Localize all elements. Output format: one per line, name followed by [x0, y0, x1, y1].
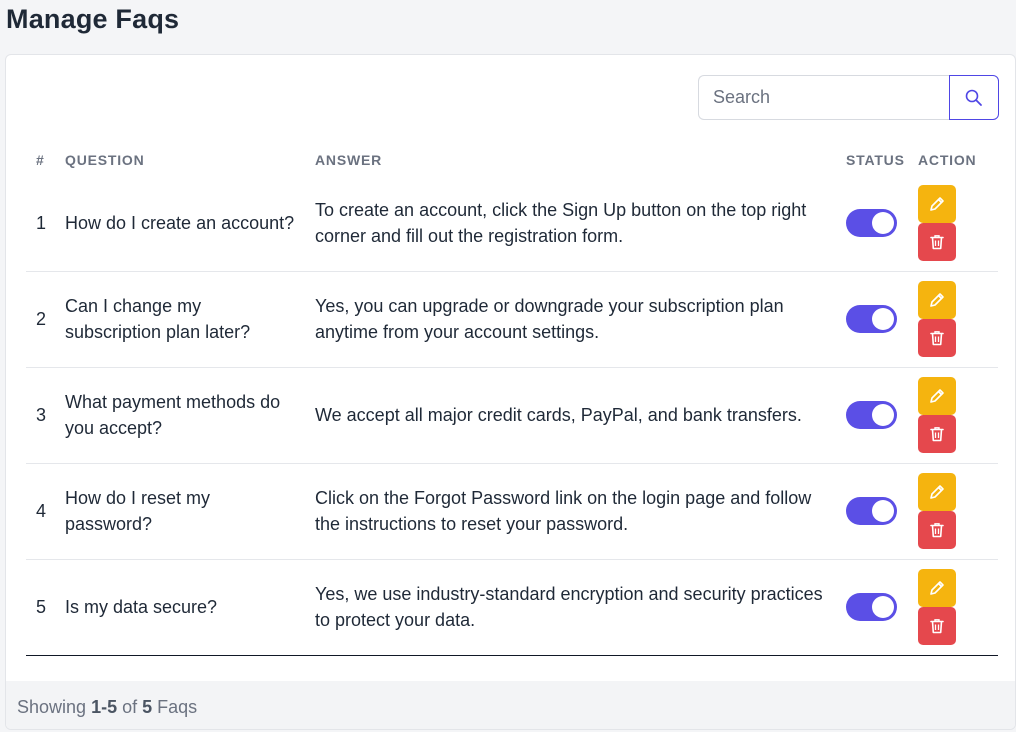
row-actions [918, 473, 998, 549]
faq-table: # QUESTION ANSWER STATUS ACTION 1 How do… [26, 145, 998, 656]
summary-range: 1-5 [91, 697, 118, 717]
status-toggle[interactable] [846, 208, 897, 237]
delete-button[interactable] [918, 607, 956, 645]
table-row: 2 Can I change my subscription plan late… [26, 271, 998, 368]
header-answer: ANSWER [315, 152, 383, 168]
trash-icon [930, 619, 944, 634]
row-answer: To create an account, click the Sign Up … [315, 175, 846, 272]
row-question: How do I create an account? [65, 175, 315, 272]
toggle-knob [872, 596, 894, 618]
delete-button[interactable] [918, 319, 956, 357]
summary-of: of [122, 697, 138, 717]
row-number: 3 [26, 367, 65, 464]
search-icon [965, 89, 982, 106]
delete-button[interactable] [918, 415, 956, 453]
table-row: 4 How do I reset my password? Click on t… [26, 463, 998, 560]
faq-card: # QUESTION ANSWER STATUS ACTION 1 How do… [5, 54, 1016, 730]
row-number: 1 [26, 175, 65, 272]
row-answer: Yes, we use industry-standard encryption… [315, 559, 846, 656]
delete-button[interactable] [918, 511, 956, 549]
toggle-knob [872, 308, 894, 330]
status-toggle[interactable] [846, 497, 897, 525]
row-actions [918, 184, 998, 261]
row-answer: We accept all major credit cards, PayPal… [315, 367, 846, 464]
search-bar [698, 75, 999, 120]
pencil-icon [930, 293, 944, 307]
toggle-knob [872, 211, 894, 234]
summary-total: 5 [142, 697, 153, 717]
row-answer: Yes, you can upgrade or downgrade your s… [315, 271, 846, 368]
table-header-row: # QUESTION ANSWER STATUS ACTION [26, 145, 998, 175]
row-question: How do I reset my password? [65, 463, 315, 560]
row-question: Is my data secure? [65, 559, 315, 656]
pencil-icon [930, 389, 944, 403]
trash-icon [930, 427, 944, 442]
status-toggle[interactable] [846, 401, 897, 429]
row-number: 2 [26, 271, 65, 368]
toggle-knob [872, 500, 894, 522]
pagination-summary: Showing 1-5 of 5 Faqs [6, 681, 1015, 729]
row-number: 5 [26, 559, 65, 656]
header-status: STATUS [846, 152, 905, 168]
summary-suffix: Faqs [157, 697, 198, 717]
edit-button[interactable] [918, 569, 956, 607]
status-toggle[interactable] [846, 305, 897, 333]
row-actions [918, 377, 998, 453]
trash-icon [930, 331, 944, 346]
row-number: 4 [26, 463, 65, 560]
table-row: 5 Is my data secure? Yes, we use industr… [26, 559, 998, 656]
row-answer: Click on the Forgot Password link on the… [315, 463, 846, 560]
table-row: 1 How do I create an account? To create … [26, 175, 998, 272]
edit-button[interactable] [918, 184, 956, 223]
search-button[interactable] [949, 75, 999, 120]
trash-icon [930, 234, 944, 250]
edit-button[interactable] [918, 281, 956, 319]
edit-button[interactable] [918, 473, 956, 511]
header-action: ACTION [918, 152, 977, 168]
header-num: # [36, 152, 45, 168]
table-row: 3 What payment methods do you accept? We… [26, 367, 998, 464]
row-actions [918, 569, 998, 645]
pencil-icon [930, 196, 944, 211]
row-question: What payment methods do you accept? [65, 367, 315, 464]
summary-prefix: Showing [17, 697, 87, 717]
pencil-icon [930, 581, 944, 595]
header-question: QUESTION [65, 152, 145, 168]
status-toggle[interactable] [846, 593, 897, 621]
row-actions [918, 281, 998, 357]
trash-icon [930, 523, 944, 538]
row-question: Can I change my subscription plan later? [65, 271, 315, 368]
page-title: Manage Faqs [6, 4, 180, 34]
delete-button[interactable] [918, 222, 956, 261]
edit-button[interactable] [918, 377, 956, 415]
pencil-icon [930, 485, 944, 499]
search-input[interactable] [698, 75, 949, 120]
toggle-knob [872, 404, 894, 426]
